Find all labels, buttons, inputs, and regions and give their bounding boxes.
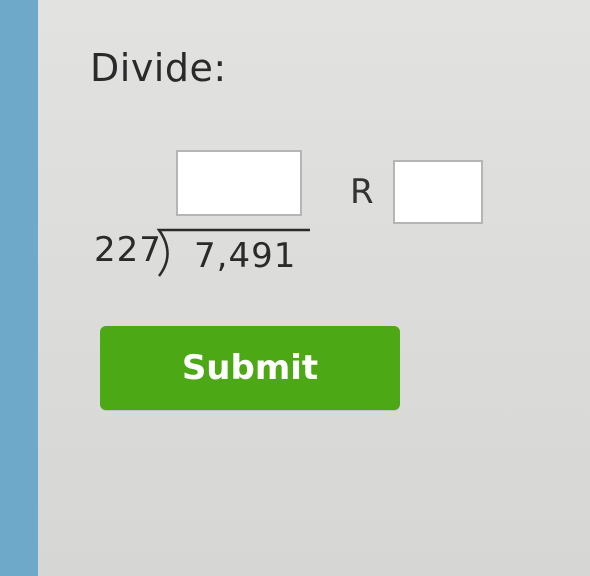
- divisor: 227: [94, 230, 162, 270]
- problem-prompt: Divide:: [90, 46, 227, 90]
- submit-button[interactable]: Submit: [100, 326, 400, 410]
- remainder-input[interactable]: [393, 160, 483, 224]
- dividend: 7,491: [194, 236, 297, 276]
- remainder-label: R: [350, 172, 374, 212]
- quotient-input[interactable]: [176, 150, 302, 216]
- problem-panel: Divide: R 227 7,491 Submit: [38, 0, 590, 576]
